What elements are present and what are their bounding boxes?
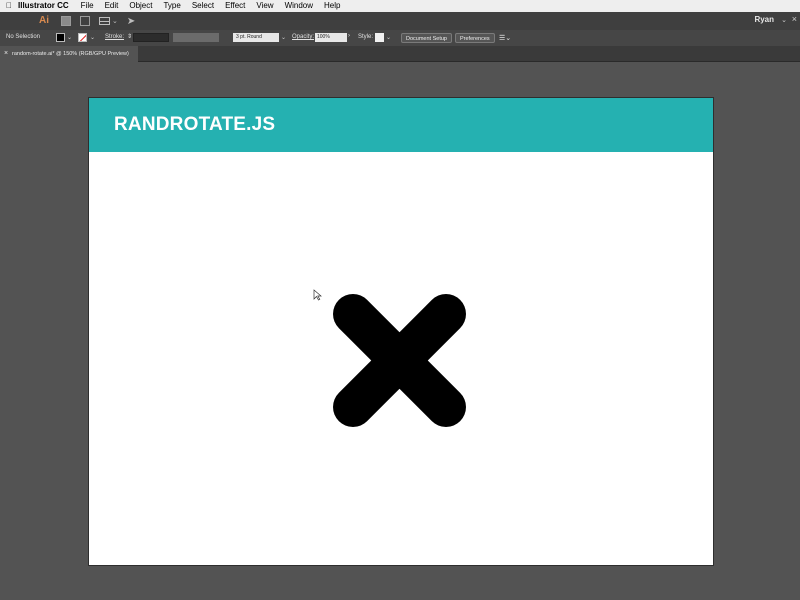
banner-title: RANDROTATE.JS xyxy=(114,114,276,135)
artboard[interactable]: RANDROTATE.JS xyxy=(89,98,713,565)
menu-select[interactable]: Select xyxy=(192,0,214,12)
document-tab-bar: × random-rotate.ai* @ 150% (RGB/GPU Prev… xyxy=(0,46,800,62)
menu-type[interactable]: Type xyxy=(163,0,180,12)
stroke-label[interactable]: Stroke: xyxy=(105,34,124,40)
stroke-weight-stepper[interactable]: ⇕ xyxy=(127,33,132,40)
stroke-swatch[interactable] xyxy=(78,33,87,42)
menu-object[interactable]: Object xyxy=(129,0,152,12)
cross-shape[interactable] xyxy=(333,294,466,427)
cc-libraries-icon[interactable] xyxy=(61,16,71,26)
app-menu[interactable]: Illustrator CC xyxy=(18,0,69,12)
apple-icon[interactable]:  xyxy=(0,0,18,12)
workspace-icon xyxy=(99,17,110,25)
menu-bar:  Illustrator CC File Edit Object Type S… xyxy=(0,0,800,12)
graphic-style-swatch[interactable] xyxy=(375,33,384,42)
menu-help[interactable]: Help xyxy=(324,0,340,12)
header-banner[interactable]: RANDROTATE.JS xyxy=(89,98,713,152)
close-icon[interactable]: × xyxy=(792,14,797,24)
opacity-label[interactable]: Opacity: xyxy=(292,34,314,40)
document-tab[interactable]: × random-rotate.ai* @ 150% (RGB/GPU Prev… xyxy=(0,46,138,62)
document-setup-button[interactable]: Document Setup xyxy=(401,33,452,43)
chevron-down-icon[interactable]: ⌄ xyxy=(281,34,286,41)
illustrator-logo: Ai xyxy=(39,15,49,26)
preferences-button[interactable]: Preferences xyxy=(455,33,495,43)
style-label: Style: xyxy=(358,34,374,40)
menu-effect[interactable]: Effect xyxy=(225,0,245,12)
rocket-icon[interactable]: ➤ xyxy=(127,16,135,27)
selection-status: No Selection xyxy=(6,34,41,40)
menu-file[interactable]: File xyxy=(81,0,94,12)
menu-view[interactable]: View xyxy=(256,0,273,12)
application-bar: Ai ⌄ ➤ Ryan ⌄ × xyxy=(0,12,800,30)
user-menu[interactable]: Ryan xyxy=(754,15,774,24)
opacity-input[interactable]: 100% xyxy=(315,33,347,42)
cursor-icon xyxy=(313,289,322,301)
menu-edit[interactable]: Edit xyxy=(105,0,119,12)
arrange-icon[interactable]: ☰⌄ xyxy=(499,34,511,42)
chevron-down-icon[interactable]: ⌄ xyxy=(386,34,391,41)
bridge-icon[interactable] xyxy=(80,16,90,26)
chevron-down-icon[interactable]: ⌄ xyxy=(781,16,787,24)
close-icon[interactable]: × xyxy=(4,46,8,62)
variable-width-profile[interactable] xyxy=(173,33,219,42)
chevron-down-icon[interactable]: ⌄ xyxy=(67,34,72,41)
fill-swatch[interactable] xyxy=(56,33,65,42)
control-bar: No Selection ⌄ ⌄ Stroke: ⇕ 3 pt. Round ⌄… xyxy=(0,30,800,46)
chevron-down-icon: ⌄ xyxy=(112,18,118,25)
brush-definition[interactable]: 3 pt. Round xyxy=(233,33,279,42)
chevron-right-icon[interactable]: › xyxy=(348,33,350,39)
document-tab-title: random-rotate.ai* @ 150% (RGB/GPU Previe… xyxy=(12,51,129,57)
chevron-down-icon[interactable]: ⌄ xyxy=(90,34,95,41)
workspace-switcher[interactable]: ⌄ xyxy=(99,17,118,25)
stroke-weight-input[interactable] xyxy=(133,33,169,42)
menu-window[interactable]: Window xyxy=(285,0,313,12)
